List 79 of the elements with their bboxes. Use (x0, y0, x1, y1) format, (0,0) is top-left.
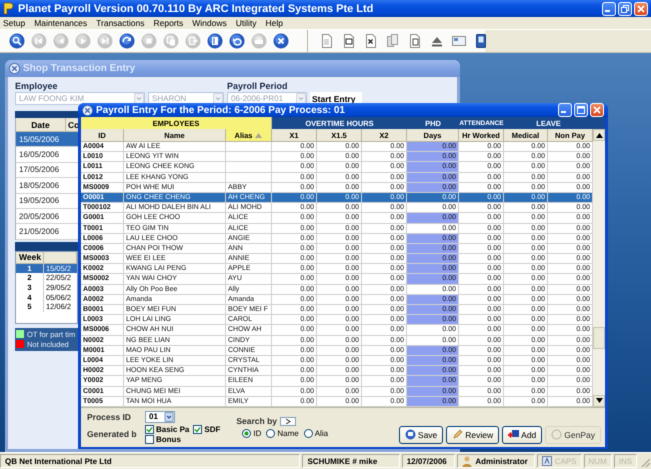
pencil-icon (452, 429, 464, 440)
radio-icon (304, 429, 313, 438)
circle-icon (551, 429, 562, 440)
checkbox-icon (145, 434, 154, 444)
checkbox[interactable]: Basic Pa (145, 424, 190, 434)
card-icon (450, 33, 466, 49)
maximize-button[interactable] (574, 103, 588, 117)
table-cell-text: 16/05/2006 (18, 150, 60, 160)
field-label: Payroll Period (227, 81, 289, 91)
window-title: Shop Transaction Entry (23, 63, 136, 74)
close-icon (591, 104, 603, 116)
menu-item[interactable]: Help (266, 18, 283, 28)
app-icon (3, 2, 14, 15)
menu-item[interactable]: Transactions (96, 18, 144, 28)
search-toggle-button[interactable] (280, 416, 296, 426)
disk-icon (404, 429, 416, 440)
minimize-icon (561, 111, 566, 113)
field-label: Employee (15, 81, 59, 91)
minimize-icon (605, 10, 610, 12)
sort-arrow-icon (255, 132, 262, 138)
resize-grip-icon[interactable] (639, 456, 651, 468)
restore-button[interactable] (618, 2, 632, 16)
radio-button[interactable]: ID (242, 429, 262, 438)
field-label: Process ID (87, 412, 132, 422)
user-icon (462, 456, 472, 466)
status-text: 12/07/2006 (402, 454, 456, 468)
table-cell-text: 21/05/2006 (18, 227, 60, 236)
maximize-icon (575, 104, 587, 116)
action-button[interactable]: GenPay (545, 426, 601, 444)
checkbox-icon (193, 424, 202, 434)
minimize-button[interactable] (558, 103, 572, 117)
checkbox[interactable]: Bonus (145, 434, 190, 444)
checkbox-icon (145, 424, 154, 434)
down-arrow-icon (596, 398, 602, 404)
close-button[interactable] (634, 2, 648, 16)
scroll-up-button[interactable] (593, 129, 605, 141)
minimize-button[interactable] (602, 2, 616, 16)
status-text: Administrator (475, 456, 528, 466)
chevron-icon (285, 418, 291, 424)
table-cell-text: 19/05/2006 (18, 196, 60, 206)
add-icon (508, 429, 520, 440)
status-text: SCHUMIKE # mike (302, 454, 400, 468)
close-button[interactable] (590, 103, 604, 117)
table-cell-text: 15/05/2006 (18, 134, 60, 144)
window-title: Payroll Entry For the Period: 6-2006 Pay Process: 01 (96, 104, 346, 116)
menu-item[interactable]: Utility (236, 18, 257, 28)
restore-icon (619, 2, 631, 14)
header-band (15, 242, 78, 251)
action-button[interactable]: Review (446, 426, 500, 444)
radio-button[interactable]: Name (266, 429, 299, 438)
menu-item[interactable]: Maintenances (34, 18, 88, 28)
status-text: QB Net International Pte Ltd (0, 454, 300, 468)
keyboard-key-icon (542, 456, 552, 466)
table-cell-text: 20/05/2006 (18, 212, 60, 221)
scroll-thumb[interactable] (593, 327, 605, 349)
up-arrow-icon (596, 132, 602, 138)
radio-icon (266, 429, 276, 438)
close-icon (635, 2, 647, 14)
action-button[interactable]: Save (398, 426, 444, 444)
window-icon (82, 104, 93, 116)
menu-item[interactable]: Reports (153, 18, 184, 28)
menu-item[interactable]: Setup (3, 18, 26, 28)
checkbox[interactable]: SDF (193, 424, 220, 434)
window-title: Planet Payroll Version 00.70.110 By ARC Integrated Systems Pte Ltd (18, 2, 374, 14)
process-id-dropdown[interactable]: 01 (145, 410, 175, 423)
radio-icon (242, 429, 252, 438)
field-label: Search by (236, 416, 277, 426)
table-cell-text: 18/05/2006 (18, 180, 60, 190)
action-button[interactable]: Add (502, 426, 542, 444)
menu-item[interactable]: Windows (192, 18, 227, 28)
window-icon (9, 63, 20, 74)
radio-button[interactable]: Alia (304, 429, 328, 438)
header-band (15, 111, 78, 118)
table-row[interactable]: 19/05/2006 (16, 194, 78, 209)
field-label: Generated b (87, 429, 138, 440)
table-row[interactable]: 15/05/2006 (16, 132, 78, 148)
scroll-down-button[interactable] (593, 394, 605, 407)
table-cell-text: 17/05/2006 (18, 165, 60, 174)
pages-icon (384, 33, 400, 49)
